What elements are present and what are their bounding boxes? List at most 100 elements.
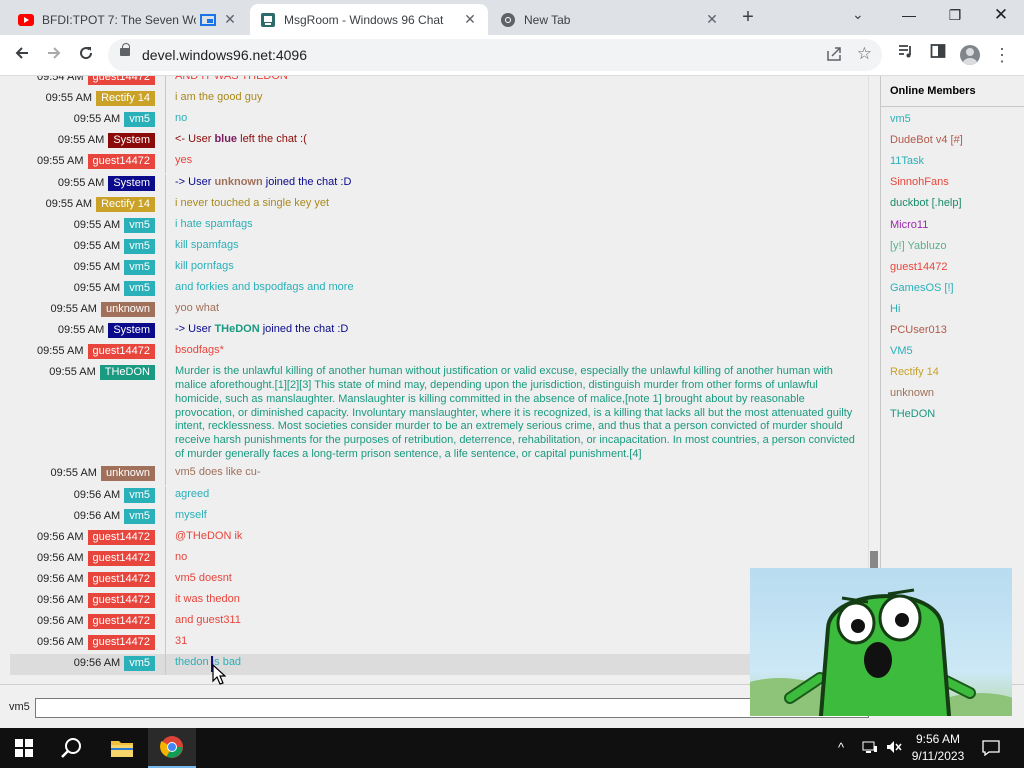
- message-timestamp: 09:56 AM: [37, 530, 84, 543]
- back-arrow-icon[interactable]: [8, 41, 36, 69]
- chat-log[interactable]: 09:54 AM guest14472 AND IT WAS THEDON 09:55…: [0, 76, 868, 684]
- message-input[interactable]: [35, 698, 869, 718]
- minimize-button[interactable]: —: [886, 0, 932, 30]
- member-item[interactable]: GamesOS [!]: [890, 282, 954, 294]
- member-item[interactable]: VM5: [890, 345, 913, 357]
- username-badge[interactable]: guest14472: [87, 550, 155, 566]
- system-badge[interactable]: System: [108, 323, 155, 339]
- member-item[interactable]: Micro11: [890, 219, 928, 231]
- chat-message: 09:56 AM vm5 myself: [0, 506, 868, 528]
- username-badge[interactable]: Rectify 14: [96, 196, 155, 212]
- network-icon[interactable]: [862, 740, 878, 757]
- member-item[interactable]: SinnohFans: [890, 176, 949, 188]
- close-tab-icon[interactable]: ✕: [462, 11, 478, 28]
- system-username[interactable]: blue: [214, 133, 237, 145]
- username-badge[interactable]: guest14472: [87, 593, 155, 608]
- message-timestamp: 09:55 AM: [49, 366, 96, 379]
- username-badge[interactable]: vm5: [124, 508, 155, 524]
- menu-dots-icon[interactable]: ⋮: [988, 41, 1016, 69]
- username-badge[interactable]: guest14472: [87, 154, 155, 170]
- message-timestamp: 09:56 AM: [37, 636, 84, 649]
- username-badge[interactable]: vm5: [124, 487, 155, 503]
- chat-message: 09:55 AM vm5 i hate spamfags: [0, 215, 868, 237]
- new-tab-button[interactable]: +: [736, 6, 760, 30]
- message-text: AND IT WAS THEDON: [175, 76, 288, 82]
- message-text: yes: [175, 154, 193, 167]
- member-item[interactable]: PCUser013: [890, 324, 947, 336]
- start-button[interactable]: [0, 728, 48, 768]
- tab-new-tab[interactable]: New Tab ✕: [490, 4, 730, 35]
- taskbar-clock[interactable]: 9:56 AM 9/11/2023: [906, 731, 970, 765]
- search-icon: [61, 738, 81, 758]
- member-item[interactable]: vm5: [890, 113, 911, 125]
- lock-icon[interactable]: [120, 43, 130, 56]
- username-badge[interactable]: guest14472: [87, 635, 155, 651]
- tab-msgroom[interactable]: MsgRoom - Windows 96 Chat ✕: [250, 4, 488, 35]
- tab-youtube[interactable]: BFDI:TPOT 7: The Seven Wor ✕: [8, 4, 248, 35]
- nickname-label[interactable]: vm5: [9, 701, 30, 713]
- username-badge[interactable]: THeDON: [99, 365, 155, 381]
- member-item[interactable]: THeDON: [890, 408, 935, 420]
- member-item[interactable]: Hi: [890, 303, 900, 315]
- username-badge[interactable]: vm5: [124, 259, 155, 275]
- close-window-button[interactable]: ✕: [978, 0, 1024, 30]
- reload-icon[interactable]: [72, 41, 100, 69]
- share-icon[interactable]: [826, 46, 842, 65]
- picture-in-picture-icon[interactable]: [200, 13, 216, 26]
- username-badge[interactable]: guest14472: [87, 76, 155, 85]
- chat-message: 09:56 AM vm5 thedon is bad: [10, 654, 868, 676]
- member-item[interactable]: guest14472: [890, 261, 948, 273]
- username-badge[interactable]: guest14472: [87, 571, 155, 587]
- username-badge[interactable]: unknown: [100, 302, 155, 318]
- system-username[interactable]: THeDON: [214, 323, 259, 335]
- member-item[interactable]: DudeBot v4 [#]: [890, 134, 963, 146]
- restore-button[interactable]: ❐: [932, 0, 978, 30]
- show-hidden-icons-icon[interactable]: ^: [838, 740, 844, 755]
- address-bar[interactable]: devel.windows96.net:4096 ☆: [108, 39, 882, 71]
- forward-arrow-icon[interactable]: [40, 41, 68, 69]
- member-item[interactable]: unknown: [890, 387, 934, 399]
- system-badge[interactable]: System: [108, 133, 155, 149]
- volume-muted-icon[interactable]: [886, 740, 902, 757]
- url-text[interactable]: devel.windows96.net:4096: [142, 47, 307, 63]
- side-panel-icon[interactable]: [924, 41, 952, 69]
- message-text: myself: [175, 508, 207, 521]
- username-badge[interactable]: guest14472: [87, 614, 155, 630]
- tab-search-icon[interactable]: ⌄: [852, 6, 864, 23]
- username-badge[interactable]: unknown: [100, 466, 155, 482]
- username-badge[interactable]: guest14472: [87, 344, 155, 360]
- username-badge[interactable]: vm5: [124, 656, 155, 672]
- notifications-icon[interactable]: [982, 740, 1000, 759]
- picture-in-picture-video[interactable]: [750, 568, 1012, 716]
- username-badge[interactable]: vm5: [124, 238, 155, 254]
- member-item[interactable]: Rectify 14: [890, 366, 939, 378]
- chat-scrollbar-thumb[interactable]: [870, 551, 878, 568]
- message-text: kill spamfags: [175, 238, 239, 251]
- chrome-taskbar-button[interactable]: [148, 728, 196, 768]
- message-meta: 09:56 AM vm5: [0, 485, 166, 507]
- divider: [881, 106, 1024, 107]
- message-timestamp: 09:55 AM: [73, 239, 121, 252]
- system-text-prefix: <- User: [175, 133, 215, 146]
- media-control-icon[interactable]: [892, 41, 920, 69]
- system-username[interactable]: unknown: [214, 176, 262, 188]
- username-badge[interactable]: guest14472: [87, 529, 155, 545]
- file-explorer-button[interactable]: [98, 728, 146, 768]
- member-item[interactable]: 11Task: [890, 155, 924, 167]
- username-badge[interactable]: vm5: [124, 217, 155, 233]
- cartoon-character-image: [750, 588, 1012, 716]
- member-item[interactable]: duckbot [.help]: [890, 197, 962, 209]
- username-badge[interactable]: vm5: [124, 112, 155, 128]
- member-item[interactable]: [y!] Yabluzo: [890, 240, 946, 252]
- search-button[interactable]: [48, 728, 96, 768]
- message-meta: 09:55 AM vm5: [0, 257, 166, 279]
- username-badge[interactable]: vm5: [124, 281, 155, 296]
- bookmark-star-icon[interactable]: ☆: [857, 44, 872, 64]
- username-badge[interactable]: Rectify 14: [96, 91, 155, 107]
- close-tab-icon[interactable]: ✕: [222, 11, 238, 28]
- close-tab-icon[interactable]: ✕: [704, 11, 720, 28]
- system-message: 09:55 AM System <- User blue left the chat…: [0, 131, 868, 153]
- profile-icon[interactable]: [956, 41, 984, 69]
- system-text-suffix: left the chat :(: [237, 133, 307, 146]
- system-badge[interactable]: System: [108, 175, 155, 191]
